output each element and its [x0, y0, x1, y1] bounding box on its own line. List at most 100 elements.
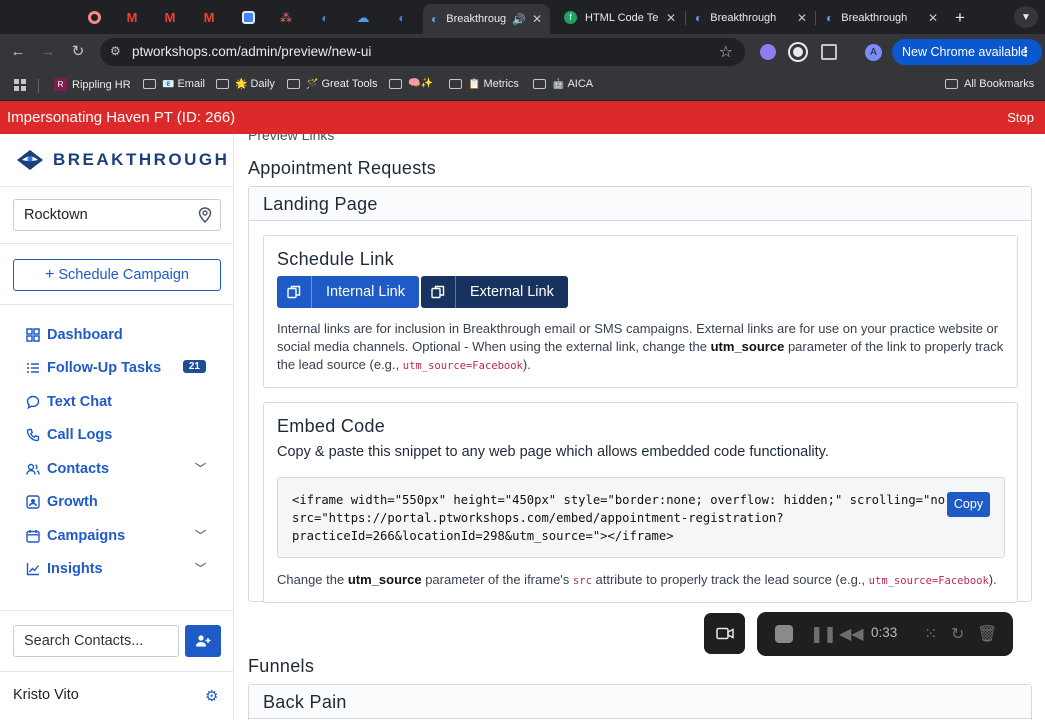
bookmark-rippling[interactable]: R Rippling HR — [54, 78, 131, 91]
tab-breakthrough-a[interactable]: ◐ — [312, 5, 338, 30]
bookmark-label: Rippling HR — [72, 78, 131, 91]
extension-icon[interactable] — [760, 44, 776, 60]
bookmark-great-tools[interactable]: 🪄 Great Tools — [287, 78, 378, 90]
record-icon — [87, 11, 101, 24]
description-text: ). — [522, 357, 531, 372]
rippling-icon: R — [54, 78, 67, 91]
new-tab-button[interactable]: + — [947, 5, 973, 30]
tab-asana[interactable]: ⁂ — [273, 5, 299, 30]
bookmark-aica[interactable]: 🤖 AICA — [533, 78, 593, 90]
folder-icon — [533, 79, 546, 89]
bookmark-metrics[interactable]: 📋 Metrics — [449, 78, 519, 90]
stop-impersonating-link[interactable]: Stop — [1007, 110, 1034, 125]
sidebar-item-growth[interactable]: Growth — [26, 491, 216, 513]
forward-button[interactable]: → — [38, 42, 58, 62]
sidebar-item-dashboard[interactable]: Dashboard — [26, 324, 216, 346]
sidebar-item-label: Campaigns — [47, 528, 126, 544]
sidebar-item-contacts[interactable]: Contacts ﹀ — [26, 458, 216, 480]
external-link-button[interactable]: External Link — [421, 276, 568, 308]
arrow-right-icon: → — [40, 43, 56, 60]
internal-link-button[interactable]: Internal Link — [277, 276, 419, 308]
apps-grid-icon[interactable] — [14, 79, 26, 91]
all-bookmarks[interactable]: All Bookmarks — [945, 78, 1034, 90]
tab-record[interactable] — [81, 5, 107, 30]
chevron-down-icon: ﹀ — [195, 563, 206, 575]
tab-html-code[interactable]: f HTML Code Te ✕ — [556, 5, 684, 30]
sidebar-item-insights[interactable]: Insights ﹀ — [26, 558, 216, 580]
sidebar-item-campaigns[interactable]: Campaigns ﹀ — [26, 525, 216, 547]
bookmark-label: Great Tools — [321, 78, 378, 90]
internal-link-label: Internal Link — [326, 284, 405, 300]
tab-gmail-2[interactable]: M — [157, 5, 183, 30]
sidebar-item-text-chat[interactable]: Text Chat — [26, 391, 216, 413]
site-settings-icon[interactable]: ⚙ — [110, 44, 121, 58]
bookmark-email[interactable]: 📧 Email — [143, 78, 205, 90]
tab-breakthrough-3[interactable]: ◐ Breakthrough ✕ — [818, 5, 946, 30]
chevron-down-icon: ▼ — [1021, 11, 1031, 23]
puzzle-icon[interactable] — [821, 44, 837, 60]
back-pain-card: Back Pain — [248, 684, 1032, 720]
bookmark-brain[interactable]: 🧠✨ — [389, 78, 433, 89]
tab-search-button[interactable]: ▼ — [1014, 6, 1038, 28]
close-icon[interactable]: ✕ — [666, 11, 676, 25]
address-bar[interactable]: ⚙ ptworkshops.com/admin/preview/new-ui ☆ — [100, 38, 745, 66]
schedule-campaign-label: Schedule Campaign — [58, 267, 189, 283]
schedule-link-description: Internal links are for inclusion in Brea… — [277, 320, 1012, 375]
location-select[interactable]: Rocktown — [13, 199, 221, 231]
asana-icon: ⁂ — [280, 10, 292, 25]
page-title: Appointment Requests — [248, 158, 437, 178]
copy-button[interactable]: Copy — [947, 492, 990, 517]
folder-icon — [389, 78, 402, 89]
sidebar-item-call-logs[interactable]: Call Logs — [26, 424, 216, 446]
add-contact-button[interactable] — [185, 625, 221, 657]
example-code: utm_source=Facebook — [402, 360, 523, 372]
profile-avatar[interactable]: A — [865, 44, 882, 61]
embed-code-title: Embed Code — [277, 416, 386, 436]
schedule-campaign-button[interactable]: + Schedule Campaign — [13, 259, 221, 291]
logo[interactable]: BREAKTHROUGH — [15, 148, 229, 172]
embed-code-box[interactable]: <iframe width="550px" height="450px" sty… — [277, 477, 1005, 558]
tab-breakthrough-active[interactable]: ◐ Breakthrough 🔊 ✕ — [423, 4, 550, 34]
gear-icon[interactable]: ⚙ — [205, 687, 218, 705]
close-icon[interactable]: ✕ — [928, 11, 938, 25]
star-icon[interactable]: ☆ — [719, 42, 733, 62]
extension-icon[interactable] — [790, 44, 806, 60]
restart-icon[interactable]: ↻ — [951, 624, 964, 644]
contacts-icon — [26, 462, 40, 476]
blur-icon[interactable]: ⁙ — [924, 624, 937, 644]
browser-tab-strip: M M M ⁂ ◐ ☁ ◐ ◐ Breakthrough 🔊 ✕ f HTML … — [0, 0, 1045, 34]
tab-cloud[interactable]: ☁ — [350, 5, 376, 30]
speaker-icon[interactable]: 🔊 — [512, 13, 526, 26]
tab-breakthrough-2[interactable]: ◐ Breakthrough ✕ — [687, 5, 815, 30]
tab-gmail-3[interactable]: M — [196, 5, 222, 30]
chevron-down-icon: ﹀ — [195, 463, 206, 475]
copy-icon — [421, 276, 456, 308]
new-chrome-label: New Chrome available — [902, 45, 1028, 59]
stop-recording-button[interactable] — [775, 625, 793, 643]
close-icon[interactable]: ✕ — [797, 11, 807, 25]
funnels-heading: Funnels — [248, 656, 315, 676]
pause-icon[interactable]: ❚❚ — [810, 624, 837, 644]
search-placeholder: Search Contacts... — [24, 633, 144, 649]
param-name: utm_source — [710, 339, 785, 354]
mute-icon[interactable]: ◀◀ — [839, 624, 864, 644]
close-icon[interactable]: ✕ — [532, 12, 542, 26]
bookmark-daily[interactable]: 🌟 Daily — [216, 78, 275, 90]
tab-gmail-1[interactable]: M — [119, 5, 145, 30]
search-contacts-input[interactable]: Search Contacts... — [13, 625, 179, 657]
landing-page-title: Landing Page — [249, 187, 1031, 221]
browser-toolbar: ← → ↻ ⚙ ptworkshops.com/admin/preview/ne… — [0, 34, 1045, 70]
trash-icon[interactable]: 🗑 — [977, 624, 997, 644]
bookmark-emoji: 🪄 — [306, 78, 319, 90]
tab-breakthrough-b[interactable]: ◐ — [389, 5, 415, 30]
new-chrome-button[interactable]: New Chrome available ⋮ — [892, 39, 1042, 65]
bookmarks-bar: R Rippling HR 📧 Email 🌟 Daily 🪄 Great To… — [0, 70, 1045, 101]
recorder-camera-button[interactable] — [704, 613, 745, 654]
back-button[interactable]: ← — [8, 42, 28, 62]
copy-icon — [277, 276, 312, 308]
embed-code-snippet[interactable]: <iframe width="550px" height="450px" sty… — [292, 491, 952, 545]
tab-calendar[interactable] — [235, 5, 261, 30]
reload-button[interactable]: ↻ — [68, 42, 88, 62]
src-attr-code: src — [572, 575, 592, 587]
sidebar-item-follow-up-tasks[interactable]: Follow-Up Tasks 21 — [26, 357, 216, 379]
